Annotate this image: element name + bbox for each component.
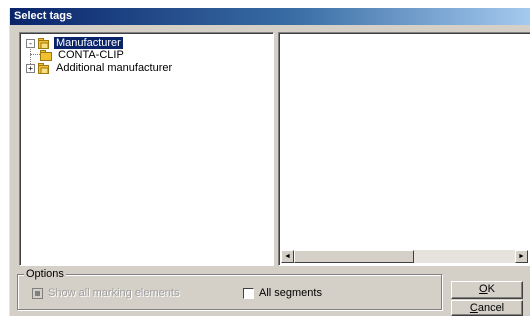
ok-mnemonic: O	[479, 283, 488, 295]
folder-closed-icon	[40, 49, 52, 61]
scroll-thumb[interactable]	[294, 250, 414, 263]
checkbox-icon[interactable]	[243, 287, 254, 299]
folder-open-icon	[38, 37, 49, 49]
scroll-right-icon[interactable]: ►	[515, 250, 528, 263]
scroll-left-icon[interactable]: ◄	[281, 250, 294, 263]
checkbox-icon[interactable]	[32, 287, 43, 299]
cancel-label-rest: ancel	[477, 302, 505, 314]
scroll-track[interactable]	[414, 250, 515, 263]
tree-line	[30, 54, 40, 55]
show-all-marking-elements-checkbox[interactable]: Show all marking elements	[32, 287, 179, 299]
cancel-mnemonic: C	[469, 302, 478, 314]
options-group: Options Show all marking elements All se…	[17, 268, 442, 310]
ok-button[interactable]: OK	[451, 281, 523, 299]
expand-icon[interactable]: +	[26, 63, 35, 73]
tree-node-conta-clip[interactable]: CONTA-CLIP	[40, 48, 126, 62]
tree-node-label: CONTA-CLIP	[58, 49, 124, 61]
tree-node-label: Additional manufacturer	[56, 62, 173, 74]
tree-node-additional-manufacturer[interactable]: + Additional manufacturer	[26, 61, 174, 75]
cancel-button[interactable]: Cancel	[451, 300, 523, 316]
checkbox-label: Show all marking elements	[48, 287, 180, 299]
folder-open-icon	[38, 62, 49, 74]
title-bar: Select tags	[10, 8, 530, 25]
collapse-icon[interactable]: -	[26, 38, 35, 48]
horizontal-scrollbar[interactable]: ◄ ►	[281, 250, 528, 263]
checkbox-label: All segments	[259, 287, 322, 299]
tag-tree-pane[interactable]: - Manufacturer CONTA-CLIP + Additional m	[19, 32, 274, 266]
all-segments-checkbox[interactable]: All segments	[243, 287, 322, 299]
ok-label-rest: K	[487, 283, 495, 295]
options-legend: Options	[24, 268, 66, 280]
tag-detail-pane[interactable]: ◄ ►	[278, 32, 530, 266]
select-tags-dialog: Select tags - Manufacturer CONTA-CLIP +	[9, 8, 530, 316]
